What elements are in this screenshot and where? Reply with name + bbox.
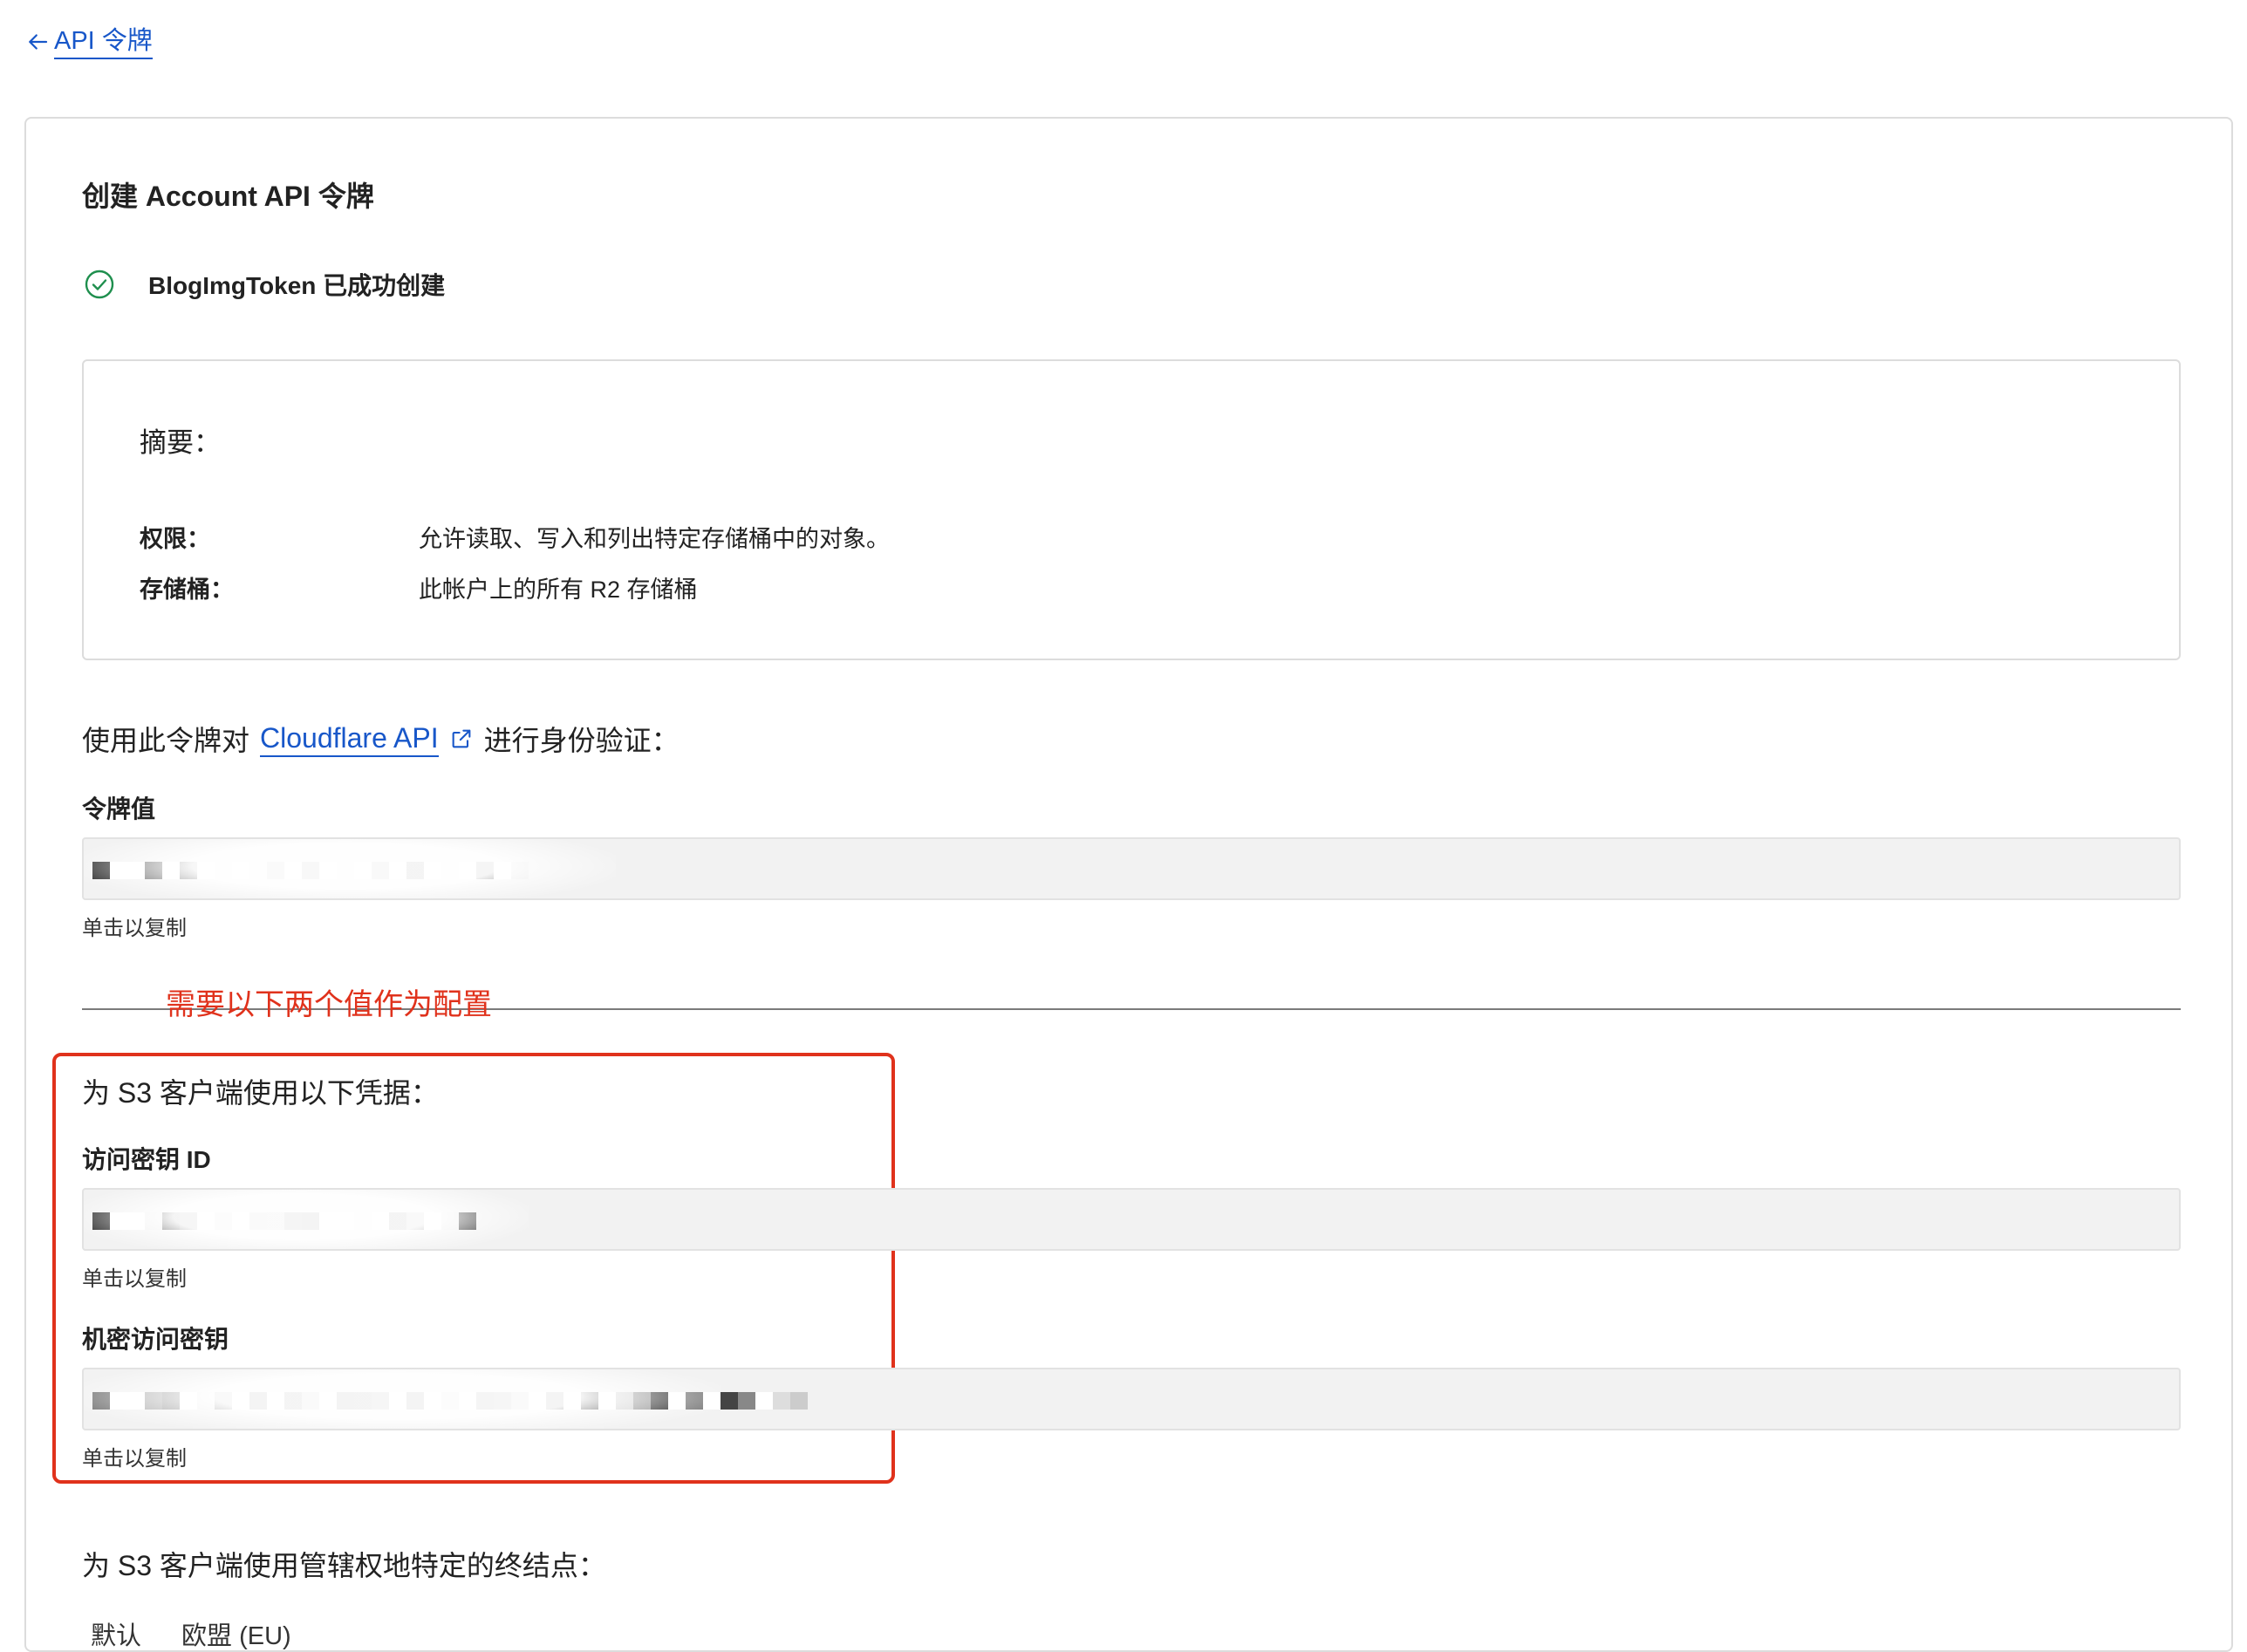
external-link-icon[interactable] bbox=[449, 727, 474, 751]
secret-key-copy-hint: 单击以复制 bbox=[82, 1447, 187, 1471]
summary-title: 摘要： bbox=[140, 427, 221, 458]
check-circle-icon bbox=[85, 270, 114, 299]
endpoint-tabs: 默认 欧盟 (EU) bbox=[91, 1615, 291, 1652]
tab-default[interactable]: 默认 bbox=[91, 1615, 141, 1652]
auth-instruction: 使用此令牌对 Cloudflare API 进行身份验证： bbox=[82, 719, 680, 759]
masked-access-key-id bbox=[92, 1212, 476, 1230]
back-to-api-tokens-link[interactable]: API 令牌 bbox=[24, 24, 153, 59]
back-link-label: API 令牌 bbox=[54, 24, 153, 59]
masked-secret-access-key bbox=[92, 1392, 808, 1410]
summary-value-buckets: 此帐户上的所有 R2 存储桶 bbox=[419, 577, 698, 603]
token-value-field[interactable] bbox=[82, 837, 2181, 900]
access-key-copy-hint: 单击以复制 bbox=[82, 1267, 187, 1291]
success-text: BlogImgToken 已成功创建 bbox=[148, 272, 446, 299]
auth-prefix: 使用此令牌对 bbox=[82, 725, 250, 756]
arrow-left-icon bbox=[29, 34, 48, 50]
annotation-text: 需要以下两个值作为配置 bbox=[166, 988, 492, 1021]
page-title: 创建 Account API 令牌 bbox=[82, 181, 374, 212]
auth-suffix: 进行身份验证： bbox=[483, 725, 680, 756]
summary-value-permissions: 允许读取、写入和列出特定存储桶中的对象。 bbox=[419, 526, 890, 552]
cloudflare-api-link[interactable]: Cloudflare API bbox=[260, 720, 439, 757]
summary-key-buckets: 存储桶： bbox=[140, 577, 234, 603]
token-copy-hint: 单击以复制 bbox=[82, 917, 187, 940]
s3-credentials-heading: 为 S3 客户端使用以下凭据： bbox=[82, 1077, 439, 1109]
endpoints-heading: 为 S3 客户端使用管辖权地特定的终结点： bbox=[82, 1550, 606, 1581]
summary-key-permissions: 权限： bbox=[140, 526, 210, 552]
masked-token-value bbox=[92, 862, 529, 879]
summary-box bbox=[82, 359, 2181, 660]
success-message: BlogImgToken 已成功创建 bbox=[82, 267, 445, 302]
access-key-id-label: 访问密钥 ID bbox=[82, 1146, 211, 1173]
access-key-id-field[interactable] bbox=[82, 1188, 2181, 1251]
secret-access-key-field[interactable] bbox=[82, 1368, 2181, 1430]
tab-eu[interactable]: 欧盟 (EU) bbox=[181, 1615, 291, 1652]
token-value-label: 令牌值 bbox=[82, 795, 156, 823]
secret-access-key-label: 机密访问密钥 bbox=[82, 1326, 229, 1353]
